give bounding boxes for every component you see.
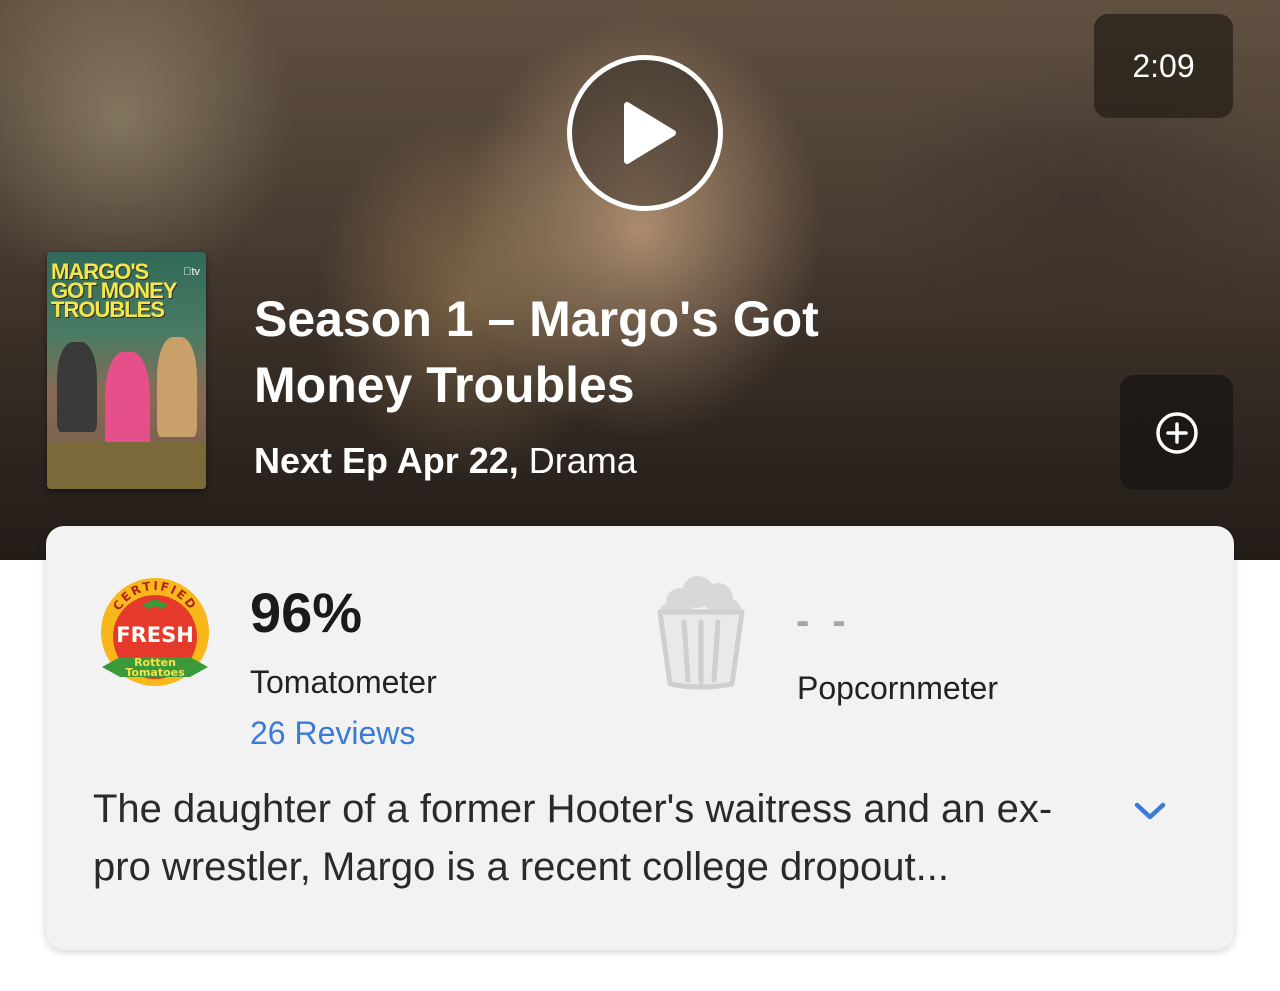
certified-fresh-icon: CERTIFIED FRESH Rotten Tomatoes [101,578,209,686]
poster-floor [47,442,206,489]
badge-brand-line2: Tomatoes [125,666,185,679]
tomatometer-label: Tomatometer [250,664,437,700]
poster-figure [157,337,197,437]
poster-title: MARGO'S GOT MONEY TROUBLES [51,259,177,322]
popcorn-bucket-icon [657,576,745,690]
poster-brand: tv [183,266,200,278]
play-icon [624,102,676,164]
show-poster[interactable]: MARGO'S GOT MONEY TROUBLES tv [47,252,206,489]
show-title: Season 1 – Margo's Got Money Troubles [254,291,819,413]
tomatometer-score: 96% [250,581,363,644]
reviews-link[interactable]: 26 Reviews [250,715,415,752]
show-meta: Next Ep Apr 22, Drama [254,440,637,482]
video-duration: 2:09 [1132,47,1195,84]
popcornmeter-label: Popcornmeter [797,670,998,706]
synopsis-text: The daughter of a former Hooter's waitre… [93,787,1053,889]
genre: Drama [528,440,637,481]
badge-fresh-text: FRESH [116,623,194,647]
chevron-down-icon [1134,802,1166,820]
hero-banner: 2:09 MARGO'S GOT MONEY TROUBLES tv Seas… [0,0,1280,560]
next-episode-date: Next Ep Apr 22, [254,440,519,481]
scores-card: CERTIFIED FRESH Rotten Tomatoes 96% Toma… [46,526,1234,950]
poster-brand-text: tv [191,266,200,278]
add-to-watchlist-button[interactable] [1120,375,1233,490]
expand-synopsis-button[interactable] [1130,794,1170,828]
play-trailer-button[interactable] [567,55,723,211]
video-duration-badge: 2:09 [1094,14,1233,118]
plus-circle-icon [1155,411,1198,454]
poster-figure [57,342,97,432]
popcornmeter-score: - - [796,599,852,643]
